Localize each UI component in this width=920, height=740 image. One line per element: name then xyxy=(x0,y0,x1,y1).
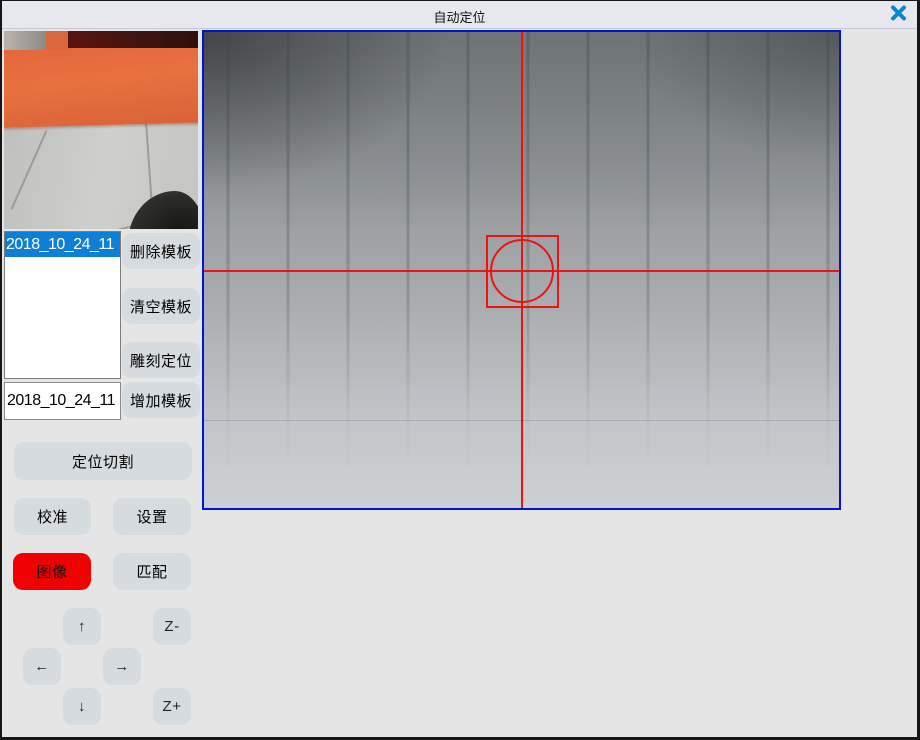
thumbnail-gray-block xyxy=(4,31,46,50)
template-name-input[interactable] xyxy=(4,382,121,420)
jog-up-button[interactable]: ↑ xyxy=(63,608,101,645)
image-button[interactable]: 图像 xyxy=(13,553,91,590)
thumbnail-dark-object xyxy=(128,191,198,229)
dialog-title: 自动定位 xyxy=(2,7,917,26)
thumbnail-dark-band xyxy=(68,31,198,48)
settings-button[interactable]: 设置 xyxy=(113,498,191,535)
close-icon xyxy=(890,5,907,26)
jog-down-button[interactable]: ↓ xyxy=(63,688,101,725)
template-list[interactable]: 2018_10_24_11 xyxy=(4,231,121,379)
roi-circle xyxy=(490,239,554,303)
match-button[interactable]: 匹配 xyxy=(113,553,191,590)
jog-z-minus-button[interactable]: Z- xyxy=(153,608,191,645)
thumbnail-orange-chip xyxy=(46,31,70,50)
template-list-item[interactable]: 2018_10_24_11 xyxy=(5,232,120,257)
clear-templates-button[interactable]: 清空模板 xyxy=(122,288,200,324)
jog-z-plus-button[interactable]: Z+ xyxy=(153,688,191,725)
delete-template-button[interactable]: 删除模板 xyxy=(122,233,200,269)
jog-right-button[interactable]: → xyxy=(103,648,141,685)
calibrate-button[interactable]: 校准 xyxy=(14,498,91,535)
add-template-button[interactable]: 增加模板 xyxy=(122,382,200,418)
template-thumbnail-image xyxy=(4,31,198,229)
position-cut-button[interactable]: 定位切割 xyxy=(14,442,192,480)
auto-positioning-dialog: 自动定位 2018_10_24_11 删除模板 清空模板 雕刻定位 增加模板 定… xyxy=(0,0,920,740)
jog-left-button[interactable]: ← xyxy=(23,648,61,685)
title-bar: 自动定位 xyxy=(2,1,917,29)
close-button[interactable] xyxy=(887,5,909,25)
tile-grout-line xyxy=(11,130,48,209)
thumbnail-orange-beam xyxy=(4,40,198,127)
engrave-position-button[interactable]: 雕刻定位 xyxy=(122,342,200,378)
camera-view[interactable] xyxy=(202,30,841,510)
